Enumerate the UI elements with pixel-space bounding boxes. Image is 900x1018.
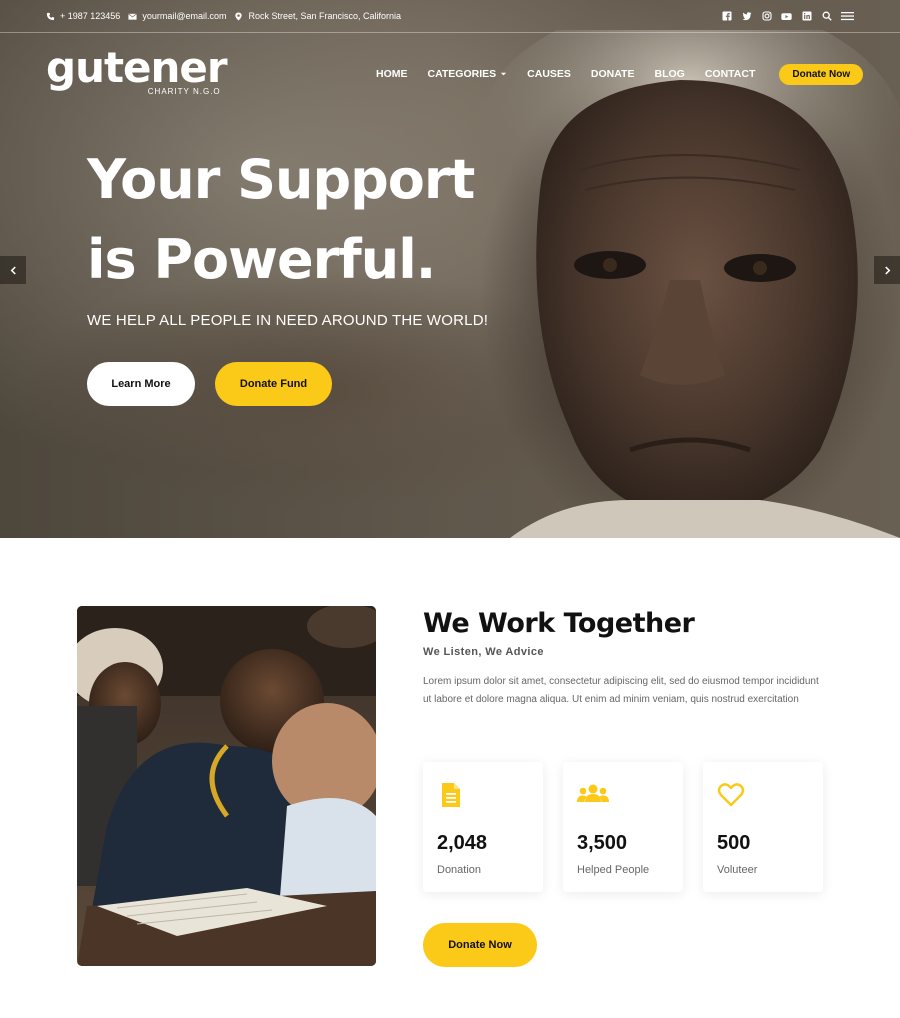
stats-row: 2,048 Donation 3,500 Helped People 500 V…: [423, 762, 823, 892]
social-links: [721, 11, 854, 22]
contact-info: + 1987 123456 yourmail@email.com Rock St…: [46, 11, 401, 21]
stat-value: 500: [717, 832, 751, 854]
search-icon[interactable]: [821, 11, 832, 22]
about-title: We Work Together: [423, 608, 695, 639]
heart-icon: [717, 783, 745, 807]
document-icon: [442, 783, 460, 807]
nav-item-contact[interactable]: CONTACT: [705, 68, 756, 80]
stat-card-donation: 2,048 Donation: [423, 762, 543, 892]
about-description: Lorem ipsum dolor sit amet, consectetur …: [423, 676, 819, 705]
slider-prev-button[interactable]: [0, 256, 26, 284]
donate-now-nav-button[interactable]: Donate Now: [779, 63, 864, 85]
stat-card-volunteer: 500 Voluteer: [703, 762, 823, 892]
twitter-icon[interactable]: [741, 11, 752, 22]
envelope-icon: [128, 12, 138, 21]
hero-title-line-1: Your Support: [87, 148, 475, 211]
chevron-right-icon: [884, 265, 890, 275]
youtube-icon[interactable]: [781, 11, 792, 22]
people-icon: [577, 784, 609, 802]
donate-now-button[interactable]: Donate Now: [423, 923, 537, 967]
chevron-left-icon: [10, 265, 16, 275]
menu-icon[interactable]: [841, 11, 854, 22]
facebook-icon[interactable]: [721, 11, 732, 22]
stat-value: 2,048: [437, 832, 488, 854]
logo-name: gutener: [46, 43, 228, 92]
hero-title: Your Support is Powerful.: [87, 140, 475, 300]
linkedin-icon[interactable]: [801, 11, 812, 22]
phone-info[interactable]: + 1987 123456: [46, 11, 120, 21]
chevron-down-icon: [501, 72, 507, 76]
children-studying-photo: [77, 606, 376, 966]
hero-portrait-image: [480, 30, 900, 538]
instagram-icon[interactable]: [761, 11, 772, 22]
nav-item-home[interactable]: HOME: [376, 68, 408, 80]
address-info: Rock Street, San Francisco, California: [234, 11, 401, 21]
stat-label: Voluteer: [717, 864, 758, 876]
stat-label: Helped People: [577, 864, 650, 876]
learn-more-button[interactable]: Learn More: [87, 362, 195, 406]
about-tagline: We Listen, We Advice: [423, 646, 544, 658]
hero-title-line-2: is Powerful.: [87, 228, 436, 291]
nav-item-blog[interactable]: BLOG: [654, 68, 684, 80]
address-text: Rock Street, San Francisco, California: [248, 11, 402, 21]
hero-section: + 1987 123456 yourmail@email.com Rock St…: [0, 0, 900, 538]
slider-next-button[interactable]: [874, 256, 900, 284]
email-info[interactable]: yourmail@email.com: [128, 11, 226, 21]
hero-subtitle: WE HELP ALL PEOPLE IN NEED AROUND THE WO…: [87, 312, 489, 329]
stat-card-helped-people: 3,500 Helped People: [563, 762, 683, 892]
nav-item-categories[interactable]: CATEGORIES: [428, 68, 508, 80]
stat-value: 3,500: [577, 832, 628, 854]
site-logo[interactable]: gutener CHARITY N.G.O: [46, 43, 228, 97]
email-text: yourmail@email.com: [142, 11, 227, 21]
stat-label: Donation: [437, 864, 482, 876]
nav-item-donate[interactable]: DONATE: [591, 68, 635, 80]
phone-text: + 1987 123456: [60, 11, 121, 21]
nav-item-categories-label: CATEGORIES: [427, 68, 497, 80]
map-pin-icon: [234, 11, 243, 21]
logo-tagline: CHARITY N.G.O: [147, 87, 221, 96]
donate-fund-button[interactable]: Donate Fund: [215, 362, 332, 406]
nav-item-causes[interactable]: CAUSES: [527, 68, 571, 80]
phone-icon: [46, 12, 55, 21]
main-nav: HOME CATEGORIES CAUSES DONATE BLOG CONTA…: [376, 63, 864, 85]
top-info-bar: + 1987 123456 yourmail@email.com Rock St…: [0, 0, 900, 33]
